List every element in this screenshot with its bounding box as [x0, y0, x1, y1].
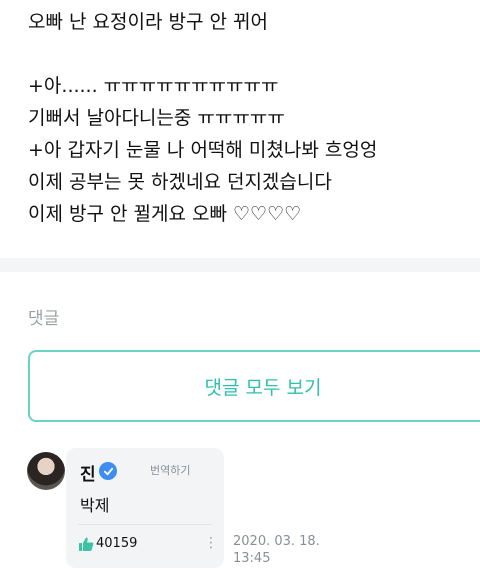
comments-label: 댓글	[28, 309, 60, 329]
translate-link[interactable]: 번역하기	[150, 462, 190, 478]
comment-card: 진 번역하기 박제 40159 ⋮	[66, 448, 224, 568]
comment-text: 박제	[80, 496, 110, 515]
comment-author[interactable]: 진	[80, 460, 96, 485]
post-line-blank	[28, 38, 468, 70]
timestamp-time: 13:45	[233, 551, 271, 566]
more-options-icon[interactable]: ⋮	[204, 534, 218, 552]
avatar[interactable]	[27, 452, 65, 490]
view-all-comments-button[interactable]: 댓글 모두 보기	[28, 350, 480, 422]
thumbs-up-icon[interactable]	[78, 536, 94, 552]
like-count: 40159	[96, 536, 138, 551]
post-line: 이제 공부는 못 하겠네요 던지겠습니다	[28, 171, 332, 193]
comment-timestamp: 2020. 03. 18. 13:45	[233, 533, 333, 567]
comment-divider	[78, 524, 212, 525]
post-line: +아 갑자기 눈물 나 어떡해 미쳤나봐 흐엉엉	[28, 139, 378, 161]
timestamp-date: 2020. 03. 18.	[233, 534, 320, 549]
post-line: 이제 방구 안 뀔게요 오빠 ♡♡♡♡	[28, 203, 302, 225]
post-line: 오빠 난 요정이라 방구 안 뀌어	[28, 11, 268, 33]
post-line: 기뻐서 날아다니는중 ㅠㅠㅠㅠㅠ	[28, 107, 285, 129]
post-line: +아...... ㅠㅠㅠㅠㅠㅠㅠㅠㅠㅠ	[28, 75, 279, 97]
verified-badge-icon	[99, 462, 117, 480]
post-body: 오빠 난 요정이라 방구 안 뀌어 +아...... ㅠㅠㅠㅠㅠㅠㅠㅠㅠㅠ 기뻐…	[28, 6, 468, 230]
section-divider	[0, 258, 480, 272]
